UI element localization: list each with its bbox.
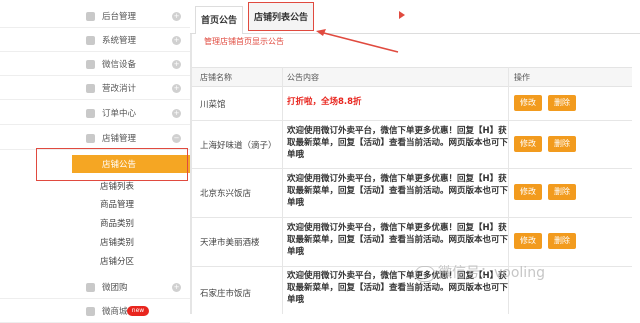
edit-button[interactable]: 修改 (514, 184, 542, 200)
shop-name: 上海好味道（滴子） (200, 141, 277, 151)
shop-name: 北京东兴饭店 (200, 189, 252, 199)
shop-name: 天津市美丽酒楼 (200, 238, 260, 248)
delete-button[interactable]: 删除 (548, 233, 576, 249)
col-notice-content: 公告内容 (287, 73, 319, 82)
manage-notice-link[interactable]: 管理店铺首页显示公告 (204, 36, 284, 47)
table-row: 天津市美丽酒楼 欢迎使用微订外卖平台，微信下单更多优惠！回复【H】获取最新菜单，… (192, 218, 632, 267)
shop-name: 石家庄市饭店 (200, 289, 252, 299)
edit-button[interactable]: 修改 (514, 136, 542, 152)
watermark: 微信号：vooling (438, 265, 545, 281)
edit-button[interactable]: 修改 (514, 233, 542, 249)
table-header: 店铺名称 公告内容 操作 (192, 67, 632, 87)
col-actions: 操作 (514, 73, 530, 82)
delete-button[interactable]: 删除 (548, 184, 576, 200)
col-shop-name: 店铺名称 (200, 73, 232, 82)
notice-content: 欢迎使用微订外卖平台，微信下单更多优惠！回复【H】获取最新菜单，回复【活动】查看… (287, 223, 509, 257)
delete-button[interactable]: 删除 (548, 136, 576, 152)
edit-button[interactable]: 修改 (514, 95, 542, 111)
notice-content: 欢迎使用微订外卖平台，微信下单更多优惠！回复【H】获取最新菜单，回复【活动】查看… (287, 126, 509, 160)
table-row: 川菜馆 打折啦，全场8.8折 修改 删除 (192, 86, 632, 121)
wechat-icon (415, 266, 435, 282)
table-row: 石家庄市饭店 欢迎使用微订外卖平台，微信下单更多优惠！回复【H】获取最新菜单，回… (192, 267, 632, 314)
table-row: 北京东兴饭店 欢迎使用微订外卖平台，微信下单更多优惠！回复【H】获取最新菜单，回… (192, 169, 632, 218)
shop-name: 川菜馆 (200, 100, 226, 110)
notice-content: 欢迎使用微订外卖平台，微信下单更多优惠！回复【H】获取最新菜单，回复【活动】查看… (287, 174, 509, 208)
notice-content: 打折啦，全场8.8折 (287, 97, 362, 107)
delete-button[interactable]: 删除 (548, 95, 576, 111)
table-row: 上海好味道（滴子） 欢迎使用微订外卖平台，微信下单更多优惠！回复【H】获取最新菜… (192, 121, 632, 169)
